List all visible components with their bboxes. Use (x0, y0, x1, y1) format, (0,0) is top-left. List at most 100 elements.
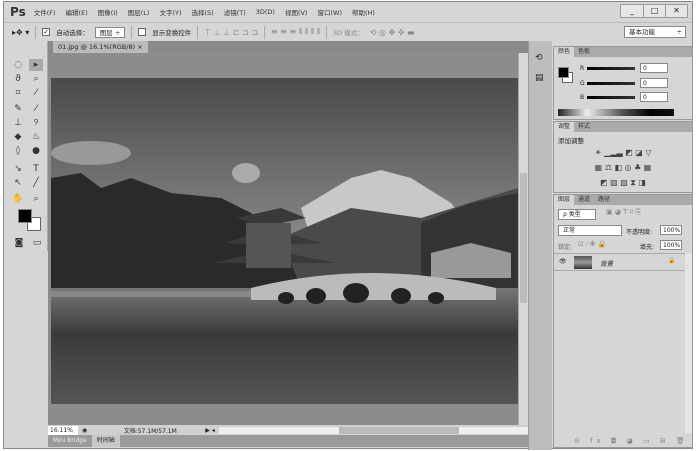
foreground-color-swatch[interactable] (18, 209, 32, 223)
document-tab[interactable]: 01.jpg @ 16.1%(RGB/8) × (53, 41, 148, 53)
horizontal-scrollbar[interactable] (218, 426, 528, 434)
scrollbar-thumb[interactable] (520, 173, 527, 303)
status-info-icon[interactable]: ◉ (82, 427, 87, 434)
tab-adjustments[interactable]: 调整 (554, 122, 575, 132)
properties-panel-icon[interactable]: ▤ (535, 73, 552, 83)
distribute-icons[interactable]: ≡ ≡ ≡ ⫴ ⫴ ⫴ ⦀ (271, 27, 320, 37)
blur-tool-icon[interactable]: ◊ (11, 145, 25, 157)
zoom-level-field[interactable]: 16.11% (48, 425, 78, 435)
color-fg-swatch[interactable] (558, 67, 569, 78)
menu-image[interactable]: 图像(I) (98, 7, 118, 17)
3d-mode-icons[interactable]: ⟲ ◎ ✥ ✣ ▬ (370, 28, 415, 37)
show-transform-checkbox[interactable] (138, 28, 147, 36)
marquee-tool-icon[interactable]: ◌ (11, 59, 25, 71)
channel-g-value[interactable]: 0 (640, 78, 668, 88)
visibility-eye-icon[interactable]: 👁 (559, 258, 567, 265)
lock-icons[interactable]: ⊡ ⁄ ✥ 🔒 (578, 240, 606, 248)
menu-layer[interactable]: 图层(L) (128, 7, 150, 17)
type-tool-icon[interactable]: T (29, 163, 43, 175)
hand-tool-icon[interactable]: ✋ (11, 193, 25, 205)
layer-filter-icons[interactable]: ▣ ◕ T ⌑ ⎘ (606, 208, 641, 217)
collapsed-panel-icons: ⟲ ▤ (528, 41, 552, 450)
divider (35, 25, 37, 39)
tab-channels[interactable]: 通道 (574, 195, 594, 205)
layer-name: 背景 (600, 260, 613, 268)
brush-tool-icon[interactable]: ⁄ (29, 103, 43, 115)
menu-file[interactable]: 文件(F) (34, 7, 56, 17)
crop-tool-icon[interactable]: ⌗ (11, 87, 25, 99)
channel-b-value[interactable]: 0 (640, 92, 668, 102)
minimize-button[interactable]: _ (621, 5, 643, 17)
channel-b-label: B (580, 94, 585, 101)
color-ramp[interactable] (558, 109, 674, 116)
document-close-icon[interactable]: × (137, 43, 142, 51)
move-tool-icon[interactable]: ▸ (29, 59, 43, 71)
tab-swatches[interactable]: 色板 (574, 47, 594, 57)
options-bar: ▸✥ ▾ ✓ 自动选择： 图层 ÷ 显示变换控件 ⊤ ⊥ ⊥ ⊏ ⊐ ⊐ ≡ ≡… (4, 22, 692, 41)
channel-r-label: R (580, 65, 585, 72)
lasso-tool-icon[interactable]: ϑ (11, 73, 25, 85)
dodge-tool-icon[interactable]: ● (29, 145, 43, 157)
auto-select-dropdown[interactable]: 图层 ÷ (94, 26, 126, 38)
layer-footer-icons[interactable]: ⊝ fx ◘ ◕ ▭ ⊞ 🗑 (574, 437, 689, 445)
workspace-dropdown[interactable]: 基本功能 ÷ (624, 26, 686, 38)
channel-r-value[interactable]: 0 (640, 63, 668, 73)
show-transform-label: 显示变换控件 (152, 29, 192, 37)
blend-mode-value: 正常 (563, 227, 576, 234)
eyedropper-tool-icon[interactable]: ⁄ (29, 87, 43, 99)
eraser-tool-icon[interactable]: ◆ (11, 131, 25, 143)
tab-styles[interactable]: 样式 (574, 122, 594, 132)
lock-label: 锁定: (558, 244, 573, 251)
menu-filter[interactable]: 滤镜(T) (224, 7, 246, 17)
3d-mode-label: 3D 模式： (333, 29, 364, 37)
channel-r-slider[interactable] (587, 67, 635, 70)
menu-window[interactable]: 窗口(W) (317, 7, 342, 17)
close-button[interactable]: ✕ (665, 5, 687, 17)
window-controls: _ □ ✕ (620, 4, 688, 18)
adjustment-icons-row-2[interactable]: ▦ ⚖ ◧ ◎ ♣ ▦ (554, 163, 692, 172)
layer-filter-dropdown[interactable]: ρ 类型 (558, 209, 596, 220)
path-select-icon[interactable]: ↖ (11, 177, 25, 189)
pen-tool-icon[interactable]: ↘ (11, 163, 25, 175)
channel-g-slider[interactable] (587, 82, 635, 85)
vertical-scrollbar[interactable] (518, 53, 528, 425)
adjustment-icons-row-1[interactable]: ☀ ▁▂▃ ◩ ◪ ▽ (554, 148, 692, 157)
menu-3d[interactable]: 3D(D) (256, 8, 275, 16)
tab-paths[interactable]: 路径 (594, 195, 614, 205)
tab-timeline[interactable]: 时间轴 (91, 435, 120, 447)
paint-bucket-icon[interactable]: ♨ (29, 131, 43, 143)
history-brush-icon[interactable]: ୨ (29, 117, 43, 129)
align-icons[interactable]: ⊤ ⊥ ⊥ ⊏ ⊐ ⊐ (204, 28, 258, 37)
blend-mode-dropdown[interactable]: 正常 (558, 225, 622, 236)
menu-help[interactable]: 帮助(H) (352, 7, 375, 17)
screen-mode-icon[interactable]: ▭ (30, 237, 44, 249)
layer-row[interactable]: 👁 背景 🔒 (554, 253, 685, 271)
canvas-area[interactable] (48, 53, 518, 425)
healing-brush-icon[interactable]: ✎ (11, 103, 25, 115)
move-tool-preset-icon[interactable]: ▸✥ ▾ (12, 28, 29, 37)
zoom-tool-icon[interactable]: ⌕ (29, 193, 43, 205)
quick-select-tool-icon[interactable]: ⌕ (29, 73, 43, 85)
line-tool-icon[interactable]: ╱ (29, 177, 43, 189)
channel-b-slider[interactable] (587, 96, 635, 99)
adjustment-icons-row-3[interactable]: ◩ ▨ ▨ ⧗ ◨ (554, 178, 692, 188)
status-menu-arrow[interactable]: ▶ ◂ (205, 427, 215, 434)
clone-stamp-icon[interactable]: ⊥ (11, 117, 25, 129)
tab-color[interactable]: 颜色 (554, 47, 575, 57)
tab-layers[interactable]: 图层 (554, 195, 575, 205)
auto-select-checkbox[interactable]: ✓ (42, 28, 51, 36)
menu-view[interactable]: 视图(V) (285, 7, 308, 17)
channel-g-label: G (580, 80, 585, 87)
fill-field[interactable]: 100% (660, 240, 682, 250)
adjustments-panel: 调整 样式 添加调整 ☀ ▁▂▃ ◩ ◪ ▽ ▦ ⚖ ◧ ◎ ♣ ▦ ◩ ▨ ▨ … (553, 121, 693, 193)
menu-type[interactable]: 文字(Y) (159, 7, 181, 17)
history-panel-icon[interactable]: ⟲ (535, 53, 552, 63)
tab-mini-bridge[interactable]: Mini Bridge (48, 435, 92, 447)
menu-edit[interactable]: 编辑(E) (66, 7, 88, 17)
quick-mask-icon[interactable]: ◙ (12, 237, 26, 249)
layers-scrollbar[interactable] (685, 253, 692, 433)
toolbar: ◌ ▸ ϑ ⌕ ⌗ ⁄ ✎ ⁄ ⊥ ୨ ◆ ♨ ◊ ● ↘ T ↖ ╱ ✋ ⌕ … (6, 41, 48, 251)
opacity-field[interactable]: 100% (660, 225, 682, 235)
menu-select[interactable]: 选择(S) (191, 7, 213, 17)
maximize-button[interactable]: □ (643, 5, 665, 17)
